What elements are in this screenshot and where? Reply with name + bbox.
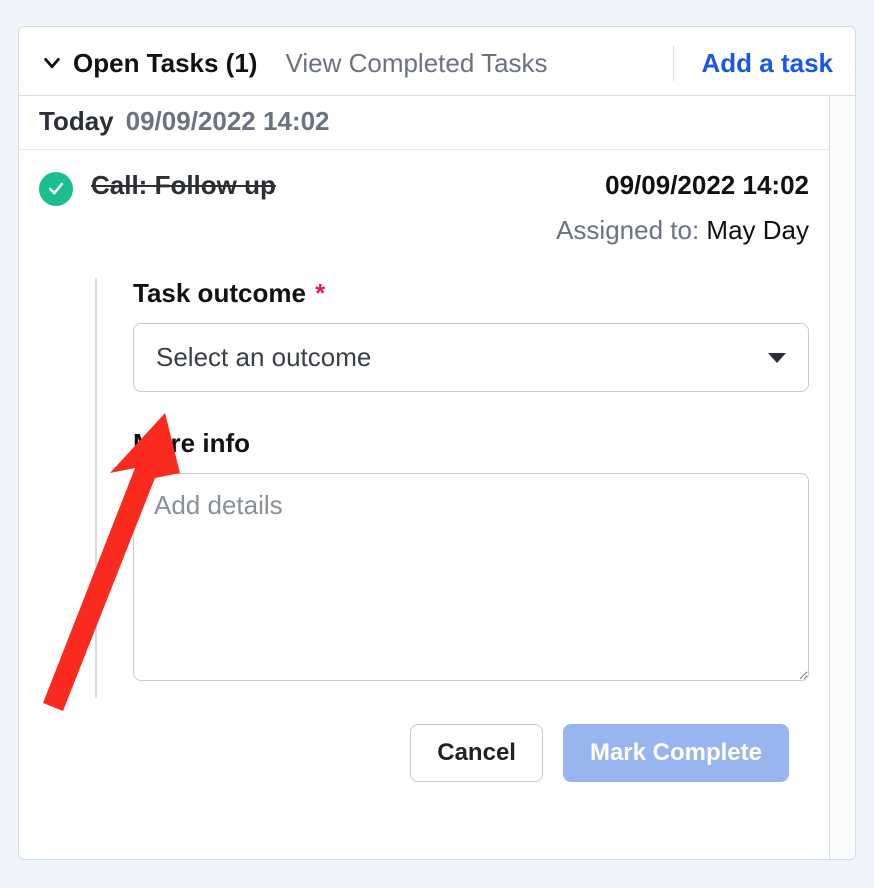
required-mark: * xyxy=(315,278,325,308)
task-form: Task outcome * Select an outcome More in… xyxy=(95,278,809,698)
today-timestamp: 09/09/2022 14:02 xyxy=(126,106,330,137)
details-textarea[interactable] xyxy=(133,473,809,681)
outcome-label-text: Task outcome xyxy=(133,278,306,308)
task-meta: 09/09/2022 14:02 Assigned to: May Day xyxy=(556,170,809,246)
more-info-label: More info xyxy=(133,428,809,459)
date-header: Today 09/09/2022 14:02 xyxy=(19,96,829,150)
tasks-card: Open Tasks (1) View Completed Tasks Add … xyxy=(18,26,856,860)
scroll-area: Today 09/09/2022 14:02 Call: Follow up 0… xyxy=(19,96,829,859)
outcome-select[interactable]: Select an outcome xyxy=(133,323,809,392)
task-item: Call: Follow up 09/09/2022 14:02 Assigne… xyxy=(19,150,829,782)
task-assigned: Assigned to: May Day xyxy=(556,215,809,246)
chevron-down-icon xyxy=(41,52,63,74)
mark-complete-button[interactable]: Mark Complete xyxy=(563,724,789,782)
check-complete-icon[interactable] xyxy=(39,172,73,206)
task-header-row: Call: Follow up 09/09/2022 14:02 Assigne… xyxy=(39,170,809,246)
open-tasks-label: Open Tasks (1) xyxy=(73,48,257,79)
assigned-label: Assigned to: xyxy=(556,215,699,245)
action-row: Cancel Mark Complete xyxy=(39,698,809,782)
cancel-button[interactable]: Cancel xyxy=(410,724,543,782)
caret-down-icon xyxy=(768,353,786,363)
content-area: Today 09/09/2022 14:02 Call: Follow up 0… xyxy=(19,95,855,859)
card-header: Open Tasks (1) View Completed Tasks Add … xyxy=(19,27,855,95)
outcome-field-label: Task outcome * xyxy=(133,278,809,309)
task-title: Call: Follow up xyxy=(91,170,276,201)
add-task-link[interactable]: Add a task xyxy=(702,48,834,79)
scrollbar[interactable] xyxy=(829,96,855,859)
view-completed-link[interactable]: View Completed Tasks xyxy=(285,48,547,79)
header-divider xyxy=(673,45,674,81)
assigned-value: May Day xyxy=(706,215,809,245)
today-label: Today xyxy=(39,106,114,137)
outcome-select-value: Select an outcome xyxy=(156,342,371,373)
open-tasks-toggle[interactable]: Open Tasks (1) xyxy=(41,48,257,79)
task-timestamp: 09/09/2022 14:02 xyxy=(556,170,809,201)
